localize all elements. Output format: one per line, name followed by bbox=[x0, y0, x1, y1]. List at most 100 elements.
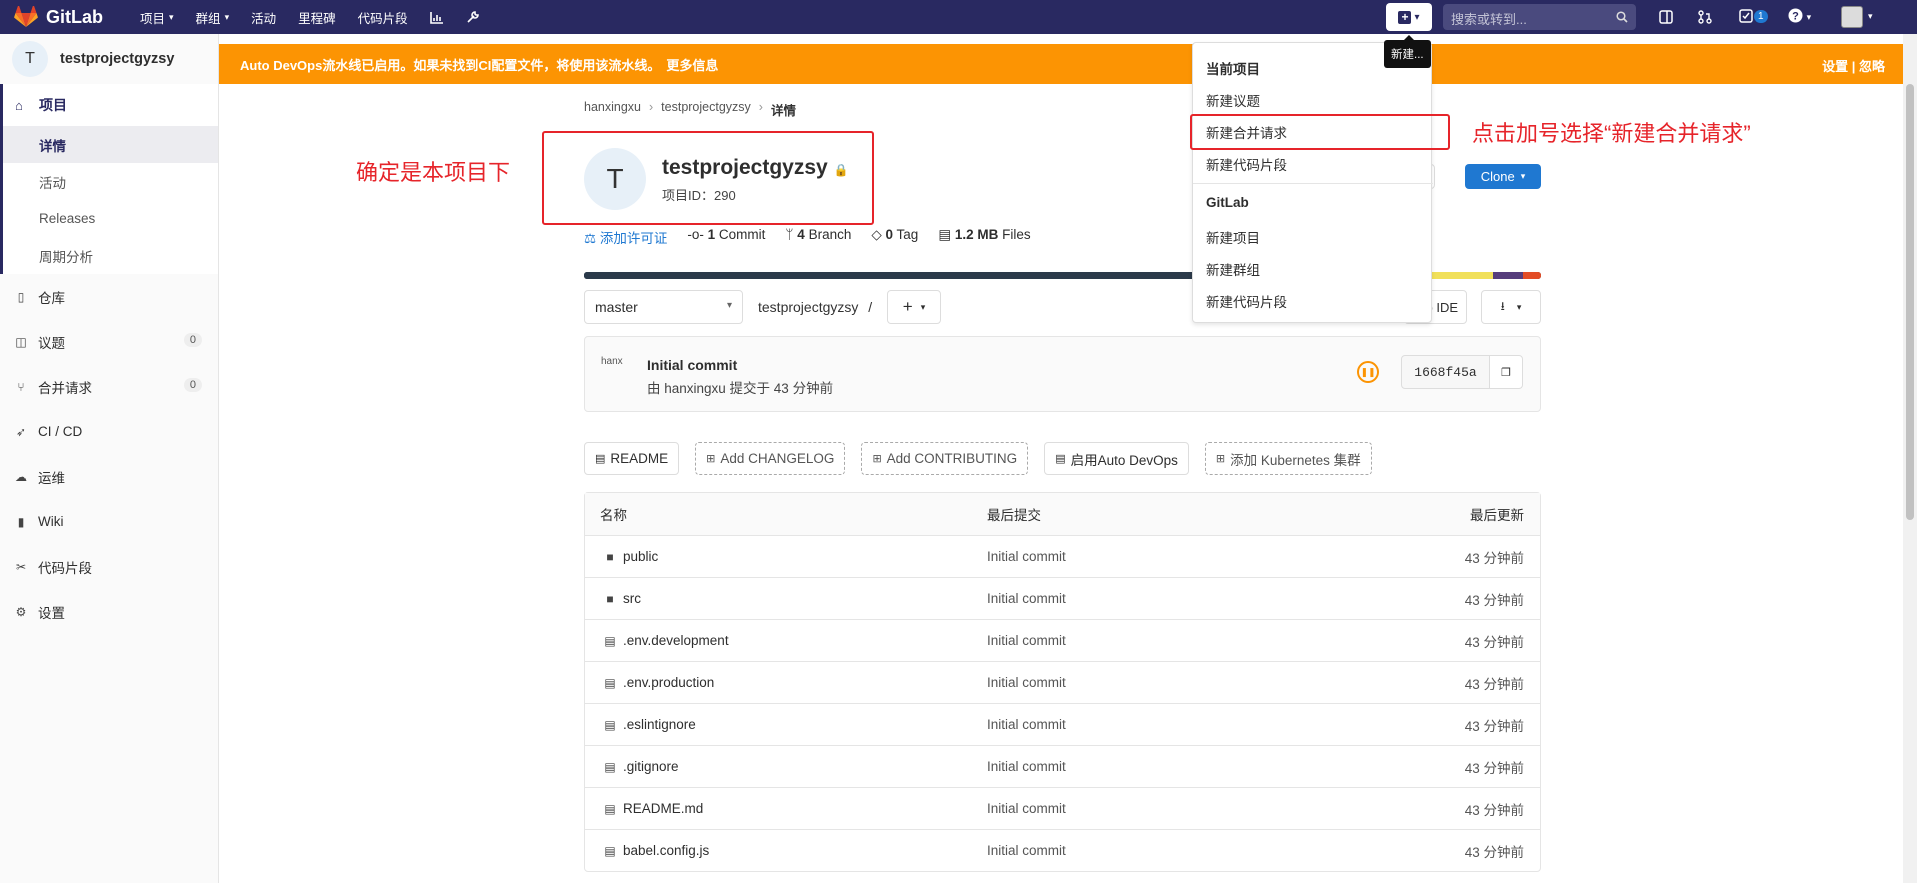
table-row[interactable]: ▤ .env.production Initial commit 43 分钟前 bbox=[585, 661, 1540, 703]
annotation-box-project bbox=[542, 131, 874, 225]
commit-sha[interactable]: 1668f45a bbox=[1401, 355, 1490, 389]
commit-author-avatar[interactable]: hanx bbox=[601, 356, 633, 388]
menu-item-new-project-snippet[interactable]: 新建代码片段 bbox=[1206, 154, 1287, 174]
nav-snippets[interactable]: 代码片段 bbox=[349, 0, 417, 34]
enable-auto-devops-button[interactable]: ▤ 启用Auto DevOps bbox=[1044, 442, 1189, 475]
sidebar-item-merge-requests[interactable]: ⑂ 合并请求 0 bbox=[0, 364, 218, 409]
table-row[interactable]: ■ src Initial commit 43 分钟前 bbox=[585, 577, 1540, 619]
sidebar-subitem-cycle-analytics[interactable]: 周期分析 bbox=[3, 237, 218, 274]
banner-settings-link[interactable]: 设置 bbox=[1822, 59, 1848, 74]
file-name[interactable]: public bbox=[623, 549, 658, 564]
table-row[interactable]: ■ public Initial commit 43 分钟前 bbox=[585, 535, 1540, 577]
download-icon: ⭳ bbox=[1500, 298, 1505, 313]
breadcrumb-user[interactable]: hanxingxu bbox=[584, 100, 641, 119]
branch-select[interactable]: master ▾ bbox=[584, 290, 743, 324]
nav-analytics[interactable] bbox=[421, 0, 453, 34]
nav-activity[interactable]: 活动 bbox=[242, 0, 285, 34]
add-changelog-button[interactable]: ⊞ Add CHANGELOG bbox=[695, 442, 846, 475]
stat-value: 1.2 MB bbox=[954, 227, 999, 242]
help-dropdown[interactable]: ? ▾ bbox=[1788, 8, 1811, 26]
branch-name: master bbox=[595, 299, 638, 315]
nav-milestones[interactable]: 里程碑 bbox=[289, 0, 345, 34]
project-sidebar: T testprojectgyzsy ⌂ 项目 详情 活动 Releases 周… bbox=[0, 34, 219, 883]
branches-stat[interactable]: ᛘ 4 Branch bbox=[785, 227, 851, 247]
plus-square-icon: + bbox=[1398, 10, 1412, 24]
sidebar-item-issues[interactable]: ◫ 议题 0 bbox=[0, 319, 218, 364]
scissors-icon: ✂ bbox=[15, 559, 27, 574]
file-name[interactable]: README.md bbox=[623, 801, 703, 816]
file-commit[interactable]: Initial commit bbox=[987, 759, 1066, 774]
commits-stat[interactable]: -o- 1 Commit bbox=[687, 227, 765, 247]
repo-path-name[interactable]: testprojectgyzsy bbox=[758, 299, 858, 315]
file-commit[interactable]: Initial commit bbox=[987, 675, 1066, 690]
sidebar-subitem-details[interactable]: 详情 bbox=[3, 126, 218, 163]
breadcrumb-project[interactable]: testprojectgyzsy bbox=[661, 100, 751, 119]
sidebar-item-settings[interactable]: ⚙ 设置 bbox=[0, 589, 218, 634]
table-row[interactable]: ▤ README.md Initial commit 43 分钟前 bbox=[585, 787, 1540, 829]
table-row[interactable]: ▤ .env.development Initial commit 43 分钟前 bbox=[585, 619, 1540, 661]
pipeline-paused-icon[interactable]: ❚❚ bbox=[1357, 361, 1379, 383]
sidebar-item-snippets[interactable]: ✂ 代码片段 bbox=[0, 544, 218, 589]
file-name[interactable]: .eslintignore bbox=[623, 717, 696, 732]
nav-groups[interactable]: 群组 ▾ bbox=[187, 0, 239, 34]
sidebar-item-repository[interactable]: ▯ 仓库 bbox=[0, 274, 218, 319]
page-scrollbar[interactable] bbox=[1903, 34, 1917, 883]
files-stat[interactable]: ▤ 1.2 MB Files bbox=[938, 227, 1030, 247]
file-commit[interactable]: Initial commit bbox=[987, 633, 1066, 648]
file-name[interactable]: .env.production bbox=[623, 675, 714, 690]
menu-item-new-project[interactable]: 新建项目 bbox=[1206, 227, 1260, 247]
count-badge: 0 bbox=[183, 333, 202, 347]
file-commit[interactable]: Initial commit bbox=[987, 549, 1066, 564]
file-name[interactable]: .gitignore bbox=[623, 759, 679, 774]
file-name[interactable]: src bbox=[623, 591, 641, 606]
tag-icon: ◇ bbox=[871, 227, 882, 242]
copy-sha-button[interactable]: ❐ bbox=[1489, 355, 1523, 389]
file-commit[interactable]: Initial commit bbox=[987, 843, 1066, 858]
search-icon bbox=[1616, 11, 1628, 23]
sidebar-toggle-icon[interactable] bbox=[1659, 10, 1673, 24]
banner-dismiss-link[interactable]: 忽略 bbox=[1859, 59, 1885, 74]
gitlab-logo[interactable]: GitLab bbox=[14, 0, 103, 34]
stat-label: 添加许可证 bbox=[599, 231, 668, 246]
menu-item-new-snippet[interactable]: 新建代码片段 bbox=[1206, 291, 1287, 311]
add-contributing-button[interactable]: ⊞ Add CONTRIBUTING bbox=[861, 442, 1029, 475]
sidebar-subitem-releases[interactable]: Releases bbox=[3, 200, 218, 237]
menu-item-new-group[interactable]: 新建群组 bbox=[1206, 259, 1260, 279]
add-license-link[interactable]: ⚖ 添加许可证 bbox=[584, 227, 667, 247]
sidebar-item-wiki[interactable]: ▮ Wiki bbox=[0, 499, 218, 544]
sidebar-item-ci-cd[interactable]: ➶ CI / CD bbox=[0, 409, 218, 454]
file-name[interactable]: babel.config.js bbox=[623, 843, 709, 858]
table-row[interactable]: ▤ .eslintignore Initial commit 43 分钟前 bbox=[585, 703, 1540, 745]
banner-more-info-link[interactable]: 更多信息 bbox=[666, 55, 718, 74]
tags-stat[interactable]: ◇ 0 Tag bbox=[871, 227, 918, 247]
sidebar-project-header[interactable]: T testprojectgyzsy bbox=[0, 34, 218, 84]
file-commit[interactable]: Initial commit bbox=[987, 801, 1066, 816]
column-header-last-update: 最后更新 bbox=[1470, 508, 1524, 523]
todos-button[interactable]: 1 bbox=[1739, 9, 1768, 23]
last-commit-panel: hanx Initial commit 由 hanxingxu 提交于 43 分… bbox=[584, 336, 1541, 412]
menu-item-new-issue[interactable]: 新建议题 bbox=[1206, 90, 1260, 110]
user-avatar[interactable] bbox=[1841, 6, 1863, 28]
folder-icon: ■ bbox=[606, 549, 614, 564]
readme-button[interactable]: ▤ README bbox=[584, 442, 680, 475]
download-dropdown[interactable]: ⭳ ▾ bbox=[1481, 290, 1541, 324]
nav-projects[interactable]: 项目 ▾ bbox=[131, 0, 183, 34]
table-row[interactable]: ▤ .gitignore Initial commit 43 分钟前 bbox=[585, 745, 1540, 787]
new-dropdown-toggle[interactable]: + ▾ bbox=[1386, 3, 1432, 31]
file-commit[interactable]: Initial commit bbox=[987, 591, 1066, 606]
plus-square-icon: ⊞ bbox=[872, 453, 882, 465]
file-name[interactable]: .env.development bbox=[623, 633, 729, 648]
sidebar-item-operations[interactable]: ☁ 运维 bbox=[0, 454, 218, 499]
scrollbar-thumb[interactable] bbox=[1906, 84, 1914, 520]
add-file-dropdown[interactable]: + ▾ bbox=[887, 290, 941, 324]
search-input[interactable]: 搜索或转到... bbox=[1443, 4, 1636, 30]
file-commit[interactable]: Initial commit bbox=[987, 717, 1066, 732]
merge-request-icon[interactable] bbox=[1698, 10, 1712, 24]
sidebar-subitem-activity[interactable]: 活动 bbox=[3, 163, 218, 200]
clone-button[interactable]: Clone ▾ bbox=[1465, 164, 1541, 189]
table-row[interactable]: ▤ babel.config.js Initial commit 43 分钟前 bbox=[585, 829, 1540, 871]
sidebar-item-project[interactable]: ⌂ 项目 bbox=[3, 84, 218, 126]
add-kubernetes-button[interactable]: ⊞ 添加 Kubernetes 集群 bbox=[1204, 442, 1372, 475]
commit-title[interactable]: Initial commit bbox=[647, 357, 737, 373]
nav-admin[interactable] bbox=[457, 0, 489, 34]
